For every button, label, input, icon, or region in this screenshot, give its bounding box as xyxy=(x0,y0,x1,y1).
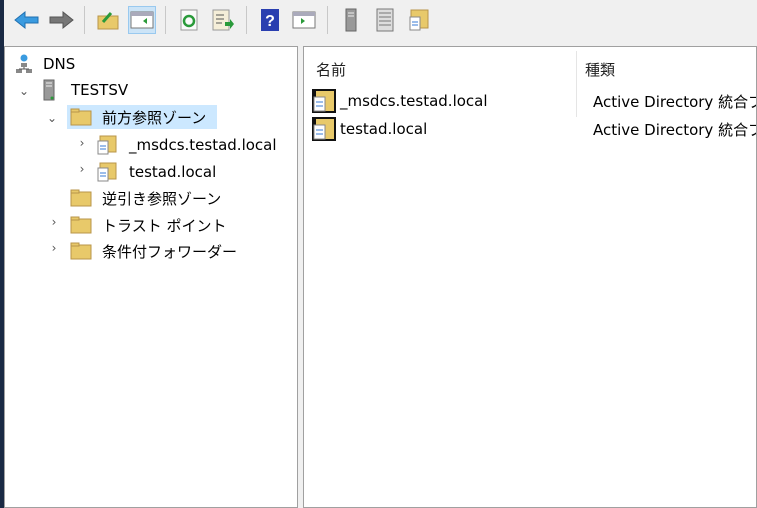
row-type: Active Directory 統合プ xyxy=(593,92,757,111)
server-icon xyxy=(43,79,55,101)
tree-label: testad.local xyxy=(129,163,217,181)
forward-arrow-icon xyxy=(49,10,74,30)
row-name: testad.local xyxy=(340,120,428,138)
column-header-name[interactable]: 名前 xyxy=(316,57,346,83)
chevron-down-icon[interactable]: ⌄ xyxy=(17,84,31,98)
toolbar-separator xyxy=(165,6,166,34)
folder-icon xyxy=(70,242,92,260)
column-header-type[interactable]: 種類 xyxy=(585,57,615,83)
toolbar: ? xyxy=(4,0,757,40)
console-tree: DNS ⌄ TESTSV ⌄ 前方参照ゾーン › _msdcs.testad.l… xyxy=(4,46,298,508)
tree-label: トラスト ポイント xyxy=(102,216,227,235)
svg-text:?: ? xyxy=(265,13,275,30)
folder-icon xyxy=(70,216,92,234)
help-icon: ? xyxy=(261,9,279,31)
results-list: 名前 種類 _msdcs.testad.local Active Directo… xyxy=(303,46,757,508)
folder-icon xyxy=(70,108,92,126)
tree-label: TESTSV xyxy=(71,81,129,99)
refresh-button[interactable] xyxy=(175,6,203,34)
zone-icon xyxy=(97,135,117,155)
up-one-level-button[interactable] xyxy=(94,6,122,34)
tree-node-zone[interactable]: _msdcs.testad.local xyxy=(97,133,277,157)
console-tree-icon xyxy=(130,11,154,29)
tree-node-reverse-zones[interactable]: 逆引き参照ゾーン xyxy=(70,186,221,210)
tree-node-conditional-forwarders[interactable]: 条件付フォワーダー xyxy=(70,239,237,263)
tree-label: 前方参照ゾーン xyxy=(102,108,207,127)
chevron-right-icon[interactable]: › xyxy=(47,215,61,229)
tree-label: DNS xyxy=(43,55,76,73)
tree-label: 逆引き参照ゾーン xyxy=(102,189,222,208)
records-list-icon xyxy=(376,8,394,32)
list-row[interactable]: testad.local Active Directory 統合プ xyxy=(312,116,756,142)
up-folder-icon xyxy=(97,12,119,30)
tree-node-trust-points[interactable]: トラスト ポイント xyxy=(70,213,226,237)
chevron-right-icon[interactable]: › xyxy=(47,241,61,255)
back-button[interactable] xyxy=(13,6,41,34)
zone-button[interactable] xyxy=(405,6,433,34)
dns-network-icon xyxy=(16,54,32,73)
export-list-button[interactable] xyxy=(209,6,237,34)
zone-icon xyxy=(97,162,117,182)
zone-icon xyxy=(312,117,336,141)
folder-icon xyxy=(70,189,92,207)
help-button[interactable]: ? xyxy=(256,6,284,34)
action-pane-icon xyxy=(292,11,316,29)
toolbar-separator xyxy=(84,6,85,34)
row-name: _msdcs.testad.local xyxy=(340,92,488,110)
tree-label: 条件付フォワーダー xyxy=(102,242,238,261)
show-hide-console-tree-button[interactable] xyxy=(128,6,156,34)
toolbar-separator xyxy=(327,6,328,34)
records-list-button[interactable] xyxy=(371,6,399,34)
zone-icon xyxy=(312,89,336,113)
tree-node-dns[interactable]: DNS xyxy=(15,52,75,76)
show-action-pane-button[interactable] xyxy=(290,6,318,34)
refresh-icon xyxy=(180,9,198,31)
list-row[interactable]: _msdcs.testad.local Active Directory 統合プ xyxy=(312,88,756,114)
zone-folder-icon xyxy=(409,9,429,31)
toolbar-separator xyxy=(246,6,247,34)
forward-button[interactable] xyxy=(47,6,75,34)
chevron-right-icon[interactable]: › xyxy=(75,162,89,176)
tree-node-zone[interactable]: testad.local xyxy=(97,160,216,184)
chevron-down-icon[interactable]: ⌄ xyxy=(45,111,59,125)
server-icon xyxy=(345,8,357,32)
back-arrow-icon xyxy=(14,10,39,30)
tree-node-forward-zones[interactable]: 前方参照ゾーン xyxy=(67,105,217,129)
tree-label: _msdcs.testad.local xyxy=(129,136,277,154)
chevron-right-icon[interactable]: › xyxy=(75,136,89,150)
server-button[interactable] xyxy=(337,6,365,34)
export-list-icon xyxy=(212,9,234,31)
tree-node-server[interactable]: TESTSV xyxy=(43,78,128,102)
row-type: Active Directory 統合プ xyxy=(593,120,757,139)
